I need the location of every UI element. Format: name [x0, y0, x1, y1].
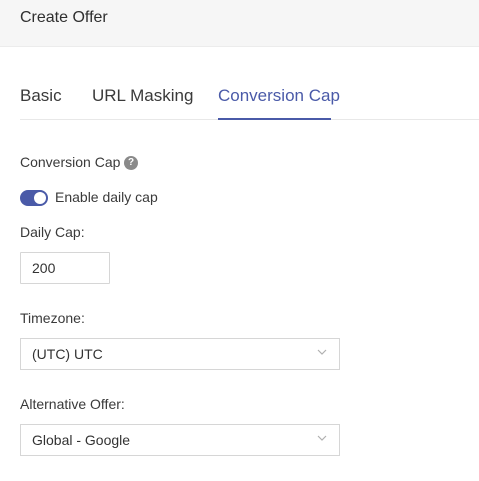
active-tab-indicator — [218, 118, 331, 120]
chevron-down-icon — [317, 349, 327, 355]
enable-daily-cap-label: Enable daily cap — [55, 189, 158, 205]
page-header: Create Offer — [0, 0, 479, 47]
tab-bar: Basic URL Masking Conversion Cap — [20, 75, 479, 120]
page-title: Create Offer — [20, 9, 108, 26]
alternative-offer-select[interactable]: Global - Google — [20, 424, 340, 456]
tab-url-masking[interactable]: URL Masking — [92, 86, 193, 106]
timezone-select[interactable]: (UTC) UTC — [20, 338, 340, 370]
chevron-down-icon — [317, 435, 327, 441]
timezone-label: Timezone: — [20, 310, 85, 326]
toggle-knob — [34, 192, 46, 204]
help-icon[interactable]: ? — [124, 156, 138, 170]
tab-conversion-cap[interactable]: Conversion Cap — [218, 86, 340, 106]
daily-cap-input[interactable]: 200 — [20, 252, 110, 284]
timezone-value: (UTC) UTC — [32, 346, 103, 362]
tab-basic[interactable]: Basic — [20, 86, 62, 106]
daily-cap-label: Daily Cap: — [20, 224, 85, 240]
alternative-offer-label: Alternative Offer: — [20, 396, 125, 412]
section-title: Conversion Cap — [20, 154, 121, 170]
enable-daily-cap-toggle[interactable] — [20, 190, 48, 206]
alternative-offer-value: Global - Google — [32, 432, 131, 448]
